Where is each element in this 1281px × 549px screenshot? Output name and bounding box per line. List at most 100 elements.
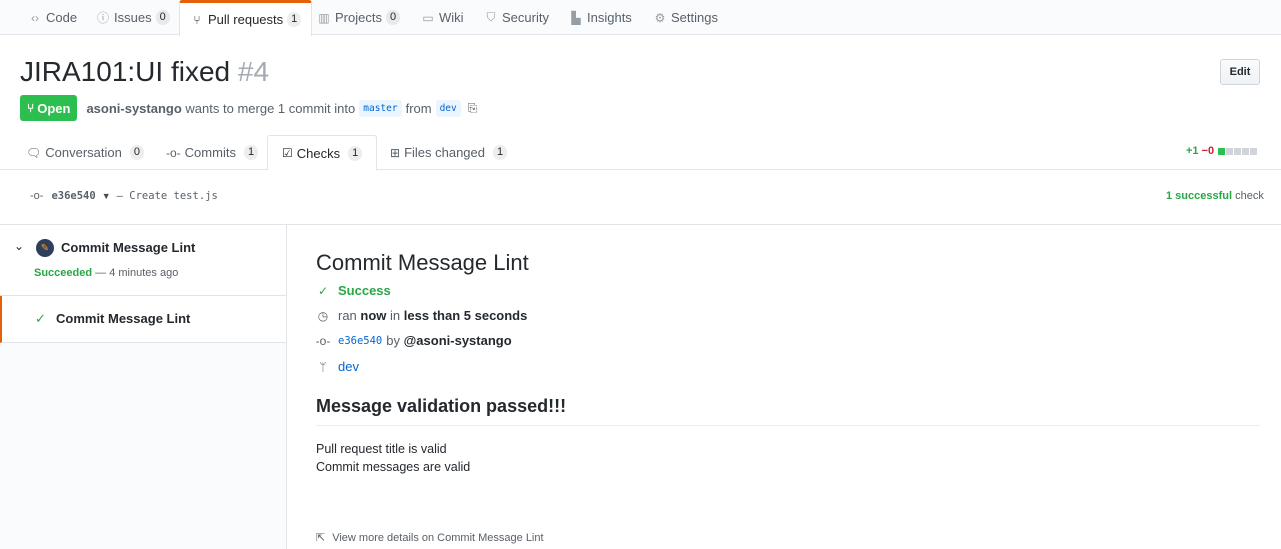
tab-checks[interactable]: ☑ Checks 1: [267, 135, 378, 171]
head-branch[interactable]: dev: [435, 99, 461, 117]
suite-time: — 4 minutes ago: [95, 267, 179, 279]
tab-files-changed-label: Files changed: [404, 145, 486, 160]
pull-request-icon: ⑂: [193, 12, 201, 27]
status-badge: ⑂ Open: [20, 95, 78, 121]
branch-link[interactable]: dev: [338, 359, 359, 374]
diffstat-block-neutral: [1226, 147, 1234, 155]
pr-number: #4: [237, 56, 270, 87]
tab-insights-label: Insights: [587, 10, 632, 25]
check-run-item[interactable]: ✓ Commit Message Lint: [0, 296, 286, 343]
commit-icon: -o-: [166, 145, 181, 160]
commit-author: @asoni-systango: [403, 333, 512, 348]
summary-line: Pull request title is valid: [316, 442, 447, 456]
checks-counter: 1: [348, 145, 363, 161]
diffstat-block-neutral: [1234, 147, 1242, 155]
tab-projects-label: Projects: [335, 10, 382, 25]
ran-when: now: [360, 308, 387, 323]
conclusion-line: ✓ Success: [316, 283, 391, 298]
check-summary-word: check: [1235, 190, 1264, 202]
file-diff-icon: ⊞: [390, 145, 401, 160]
project-icon: ▥: [318, 10, 330, 25]
check-run-title: Commit Message Lint: [316, 250, 529, 275]
check-suite[interactable]: ⌄ ✎ Commit Message Lint Succeeded — 4 mi…: [0, 225, 286, 296]
pull-request-icon: ⑂: [27, 101, 35, 115]
commit-selector[interactable]: -o- e36e540 ▼ — Create test.js: [30, 190, 218, 202]
commit-icon: -o-: [315, 333, 331, 348]
conversation-counter: 0: [129, 145, 144, 160]
tab-insights[interactable]: ▙ Insights: [569, 0, 632, 35]
check-icon: ✓: [317, 283, 329, 298]
chevron-down-icon[interactable]: ⌄: [14, 239, 24, 253]
ran-text: ran: [338, 308, 357, 323]
in-text: in: [390, 308, 401, 323]
tab-code[interactable]: ‹› Code: [28, 0, 77, 35]
duration-line: ◷ ran now in less than 5 seconds: [316, 308, 528, 323]
summary-heading: Message validation passed!!!: [316, 396, 1260, 426]
tab-wiki[interactable]: ▭ Wiki: [421, 0, 464, 35]
view-details-label: View more details on Commit Message Lint: [332, 531, 544, 544]
tab-wiki-label: Wiki: [439, 10, 464, 25]
checks-sidebar: ⌄ ✎ Commit Message Lint Succeeded — 4 mi…: [0, 225, 287, 549]
commit-sha-link[interactable]: e36e540: [338, 335, 382, 347]
base-branch[interactable]: master: [359, 99, 402, 117]
into-text: into: [334, 100, 356, 116]
app-avatar-icon: ✎: [36, 239, 54, 257]
issue-icon: ⓘ: [96, 11, 109, 25]
shield-icon: ⛉: [486, 10, 496, 24]
book-icon: ▭: [422, 10, 434, 25]
tab-projects[interactable]: ▥ Projects 0: [317, 0, 401, 35]
link-external-icon: ⇱: [316, 532, 326, 544]
commit-sha: e36e540: [51, 190, 96, 202]
commit-bar: -o- e36e540 ▼ — Create test.js 1 success…: [0, 170, 1281, 225]
summary-line: Commit messages are valid: [316, 460, 471, 474]
clock-icon: ◷: [317, 308, 329, 323]
tab-pull-requests[interactable]: ⑂ Pull requests 1: [179, 0, 313, 36]
diffstat: +1 −0: [1186, 145, 1258, 157]
checklist-icon: ☑: [282, 146, 293, 160]
page-title: JIRA101:UI fixed #4: [20, 56, 269, 88]
check-summary-count: 1 successful: [1166, 190, 1233, 202]
commit-line: -o- e36e540 by @asoni-systango: [316, 333, 512, 348]
edit-button[interactable]: Edit: [1220, 59, 1260, 85]
tab-commits-label: Commits: [184, 145, 236, 160]
run-name: Commit Message Lint: [56, 311, 191, 326]
clipboard-icon[interactable]: ⎘: [468, 101, 478, 116]
from-text: from: [405, 100, 432, 116]
commits-counter: 1: [243, 145, 259, 160]
tab-checks-label: Checks: [296, 145, 341, 161]
check-summary: 1 successful check: [1166, 190, 1264, 202]
tab-security[interactable]: ⛉ Security: [484, 0, 548, 35]
tab-files-changed[interactable]: ⊞ Files changed 1: [390, 135, 508, 170]
tab-issues-label: Issues: [114, 10, 152, 25]
check-icon: ✓: [35, 311, 46, 326]
files-changed-counter: 1: [493, 145, 508, 160]
suite-name: Commit Message Lint: [61, 240, 196, 255]
tab-commits[interactable]: -o- Commits 1: [166, 135, 259, 170]
merge-text: wants to merge: [185, 100, 275, 116]
branch-line: ᛘ dev: [316, 359, 359, 374]
suite-status-label: Succeeded: [34, 267, 93, 279]
diffstat-blocks: [1218, 147, 1258, 155]
commit-message: — Create test.js: [116, 190, 218, 202]
tab-conversation[interactable]: 🗨 Conversation 0: [26, 135, 144, 170]
author-link[interactable]: asoni-systango: [86, 101, 181, 116]
tab-code-label: Code: [46, 10, 78, 25]
pr-title-text: JIRA101:UI fixed: [20, 56, 231, 87]
caret-down-icon: ▼: [101, 191, 111, 201]
tab-conversation-label: Conversation: [45, 145, 122, 160]
tab-settings-label: Settings: [671, 10, 718, 25]
tab-issues[interactable]: ⓘ Issues 0: [96, 0, 170, 35]
branch-icon: ᛘ: [319, 359, 327, 374]
duration-value: less than 5 seconds: [403, 308, 528, 323]
diffstat-additions: +1: [1186, 145, 1199, 157]
commit-count: 1 commit: [277, 100, 331, 116]
pr-tabs: 🗨 Conversation 0 -o- Commits 1 ☑ Checks …: [0, 135, 1281, 171]
issues-counter: 0: [155, 10, 170, 25]
diffstat-block-neutral: [1250, 147, 1258, 155]
diffstat-deletions: −0: [1201, 145, 1215, 157]
suite-status: Succeeded — 4 minutes ago: [34, 267, 178, 279]
tab-pull-requests-label: Pull requests: [208, 12, 284, 27]
graph-icon: ▙: [571, 10, 581, 25]
tab-settings[interactable]: ⚙ Settings: [653, 0, 718, 35]
view-details-link[interactable]: ⇱ View more details on Commit Message Li…: [316, 531, 544, 545]
